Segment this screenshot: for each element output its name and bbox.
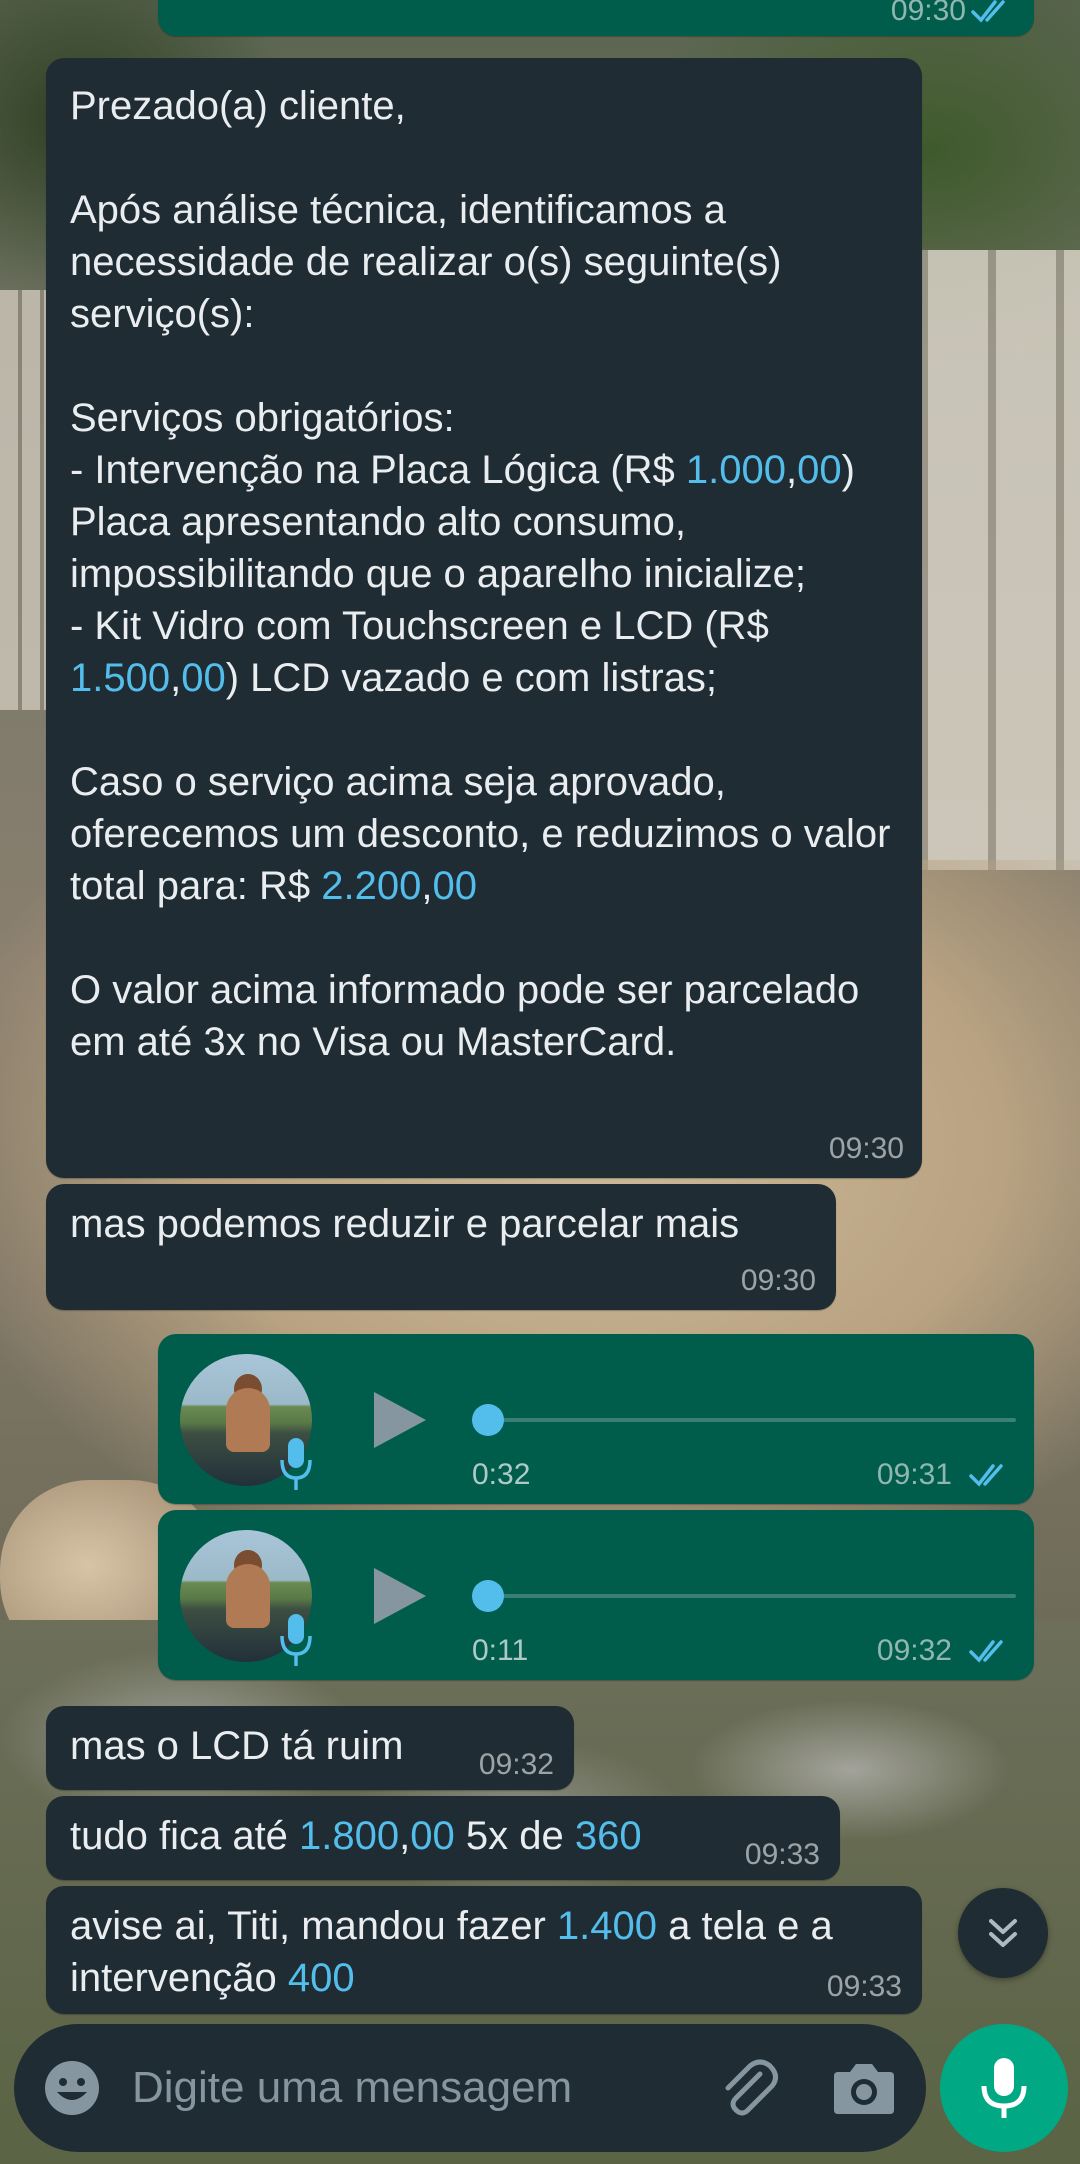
text-segment: 5x de xyxy=(454,1814,575,1858)
message-line xyxy=(70,340,910,392)
double-chevron-down-icon xyxy=(989,1919,1017,1947)
double-check-icon xyxy=(969,1640,1003,1663)
message-line: O valor acima informado pode ser parcela… xyxy=(70,964,910,1068)
text-segment: - Kit Vidro com Touchscreen e LCD (R$ xyxy=(70,604,780,648)
text-segment: O valor acima informado pode ser parcela… xyxy=(70,968,871,1064)
message-line xyxy=(70,704,910,756)
double-check-icon xyxy=(969,1464,1003,1487)
number-link: 1.500 xyxy=(70,656,171,700)
message-time: 09:32 xyxy=(876,1634,952,1667)
number-link: 00 xyxy=(432,864,477,908)
message-line: Serviços obrigatórios: xyxy=(70,392,910,444)
message-line: - Intervenção na Placa Lógica (R$ 1.000,… xyxy=(70,444,910,600)
number-link: 360 xyxy=(574,1814,642,1858)
message-line xyxy=(70,912,910,964)
message-time: 09:33 xyxy=(744,1838,820,1871)
number-link: 1.000 xyxy=(685,448,787,492)
message-bubble-incoming[interactable]: Prezado(a) cliente, Após análise técnica… xyxy=(46,58,922,1178)
message-line: Caso o serviço acima seja aprovado, ofer… xyxy=(70,756,910,912)
text-segment: , xyxy=(786,448,798,492)
message-time: 09:32 xyxy=(478,1748,554,1781)
voice-record-button[interactable] xyxy=(940,2024,1068,2152)
paperclip-icon[interactable] xyxy=(714,2054,782,2122)
text-segment: Caso o serviço acima seja aprovado, ofer… xyxy=(70,760,902,908)
voice-message-bubble[interactable]: 0:32 09:31 xyxy=(158,1334,1034,1504)
message-text: mas podemos reduzir e parcelar mais xyxy=(70,1202,740,1246)
number-link: 00 xyxy=(410,1814,455,1858)
message-bubble-incoming[interactable]: mas podemos reduzir e parcelar mais 09:3… xyxy=(46,1184,836,1310)
scroll-to-bottom-button[interactable] xyxy=(958,1888,1048,1978)
message-text: mas o LCD tá ruim xyxy=(70,1724,404,1768)
microphone-icon xyxy=(981,2058,1027,2118)
emoji-icon[interactable] xyxy=(42,2058,102,2118)
message-time: 09:30 xyxy=(740,1264,816,1297)
camera-icon[interactable] xyxy=(832,2058,896,2118)
message-composer xyxy=(14,2024,926,2152)
audio-duration: 0:32 xyxy=(472,1458,531,1491)
play-icon[interactable] xyxy=(370,1564,430,1628)
audio-seek-handle[interactable] xyxy=(472,1404,504,1436)
audio-progress-track[interactable] xyxy=(488,1594,1016,1598)
message-text: avise ai, Titi, mandou fazer 1.400 a tel… xyxy=(70,1900,910,2004)
message-line xyxy=(70,132,910,184)
message-input[interactable] xyxy=(132,2052,692,2124)
voice-message-bubble[interactable]: 0:11 09:32 xyxy=(158,1510,1034,1680)
text-segment: Após análise técnica, identificamos a ne… xyxy=(70,188,793,336)
audio-seek-handle[interactable] xyxy=(472,1580,504,1612)
number-link: 00 xyxy=(797,448,842,492)
message-text: tudo fica até 1.800,00 5x de 360 xyxy=(70,1810,642,1862)
message-line: - Kit Vidro com Touchscreen e LCD (R$ 1.… xyxy=(70,600,910,704)
message-time: 09:33 xyxy=(826,1970,902,2003)
audio-progress-track[interactable] xyxy=(488,1418,1016,1422)
text-segment: Prezado(a) cliente, xyxy=(70,84,406,128)
number-link: 1.400 xyxy=(556,1904,658,1948)
message-bubble-incoming[interactable]: avise ai, Titi, mandou fazer 1.400 a tel… xyxy=(46,1886,922,2014)
message-time: 09:30 xyxy=(890,0,966,27)
message-bubble-outgoing-partial[interactable]: 09:30 xyxy=(158,0,1034,36)
microphone-icon xyxy=(280,1614,312,1666)
number-link: 1.800 xyxy=(299,1814,400,1858)
message-bubble-incoming[interactable]: mas o LCD tá ruim 09:32 xyxy=(46,1706,574,1790)
number-link: 2.200 xyxy=(321,864,422,908)
message-time: 09:30 xyxy=(828,1132,904,1165)
play-icon[interactable] xyxy=(370,1388,430,1452)
number-link: 400 xyxy=(287,1956,355,2000)
text-segment: avise ai, Titi, mandou fazer xyxy=(70,1904,557,1948)
text-segment: , xyxy=(421,864,433,908)
audio-duration: 0:11 xyxy=(472,1634,529,1667)
microphone-icon xyxy=(280,1438,312,1490)
text-segment: - Intervenção na Placa Lógica (R$ xyxy=(70,448,686,492)
message-line: Prezado(a) cliente, xyxy=(70,80,910,132)
text-segment: tudo fica até xyxy=(70,1814,300,1858)
text-segment: Serviços obrigatórios: xyxy=(70,396,455,440)
message-text: Prezado(a) cliente, Após análise técnica… xyxy=(70,80,910,1068)
text-segment: ) LCD vazado e com listras; xyxy=(225,656,718,700)
message-bubble-incoming[interactable]: tudo fica até 1.800,00 5x de 360 09:33 xyxy=(46,1796,840,1880)
text-segment: , xyxy=(399,1814,411,1858)
double-check-icon xyxy=(971,0,1005,23)
text-segment: , xyxy=(170,656,182,700)
message-line: Após análise técnica, identificamos a ne… xyxy=(70,184,910,340)
number-link: 00 xyxy=(181,656,226,700)
message-time: 09:31 xyxy=(876,1458,952,1491)
chat-thread[interactable]: 09:30 Prezado(a) cliente, Após análise t… xyxy=(0,0,1080,2020)
